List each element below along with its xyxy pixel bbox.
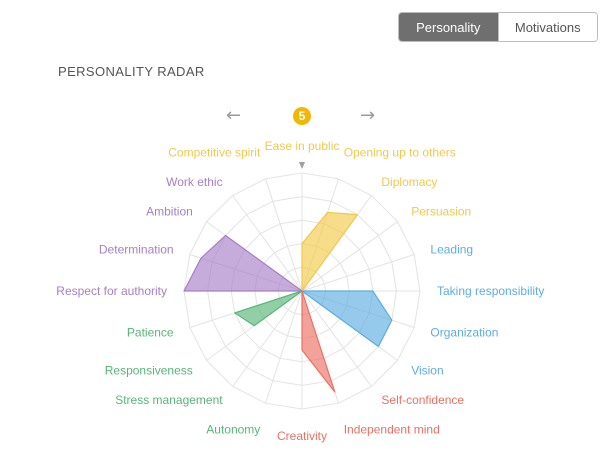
axis-label: Persuasion	[411, 205, 471, 219]
axis-label: Respect for authority	[56, 284, 167, 298]
axis-label: Autonomy	[206, 422, 260, 436]
radar-area-purple	[183, 234, 303, 292]
axis-label: Organization	[430, 326, 498, 340]
axis-pointer-icon	[299, 162, 305, 169]
axis-label: Patience	[127, 326, 174, 340]
axis-label: Leading	[430, 242, 473, 256]
personality-radar-chart: Ease in public Opening up to others Diplom…	[56, 139, 544, 443]
axis-label: Work ethic	[166, 175, 222, 189]
axis-label: Competitive spirit	[168, 146, 261, 160]
axis-label: Creativity	[277, 429, 327, 443]
axis-label: Taking responsibility	[437, 284, 544, 298]
axis-label: Self-confidence	[381, 393, 464, 407]
axis-label: Vision	[411, 363, 443, 377]
axis-label: Ambition	[146, 205, 193, 219]
radar-area-yellow	[301, 211, 359, 292]
axis-label: Opening up to others	[344, 146, 456, 160]
radar-areas	[183, 211, 393, 393]
axis-label: Ease in public	[265, 139, 340, 153]
axis-label: Stress management	[115, 393, 223, 407]
axis-label: Determination	[99, 242, 174, 256]
axis-label: Responsiveness	[105, 363, 193, 377]
axis-label: Diplomacy	[381, 175, 437, 189]
axis-label: Independent mind	[344, 422, 440, 436]
